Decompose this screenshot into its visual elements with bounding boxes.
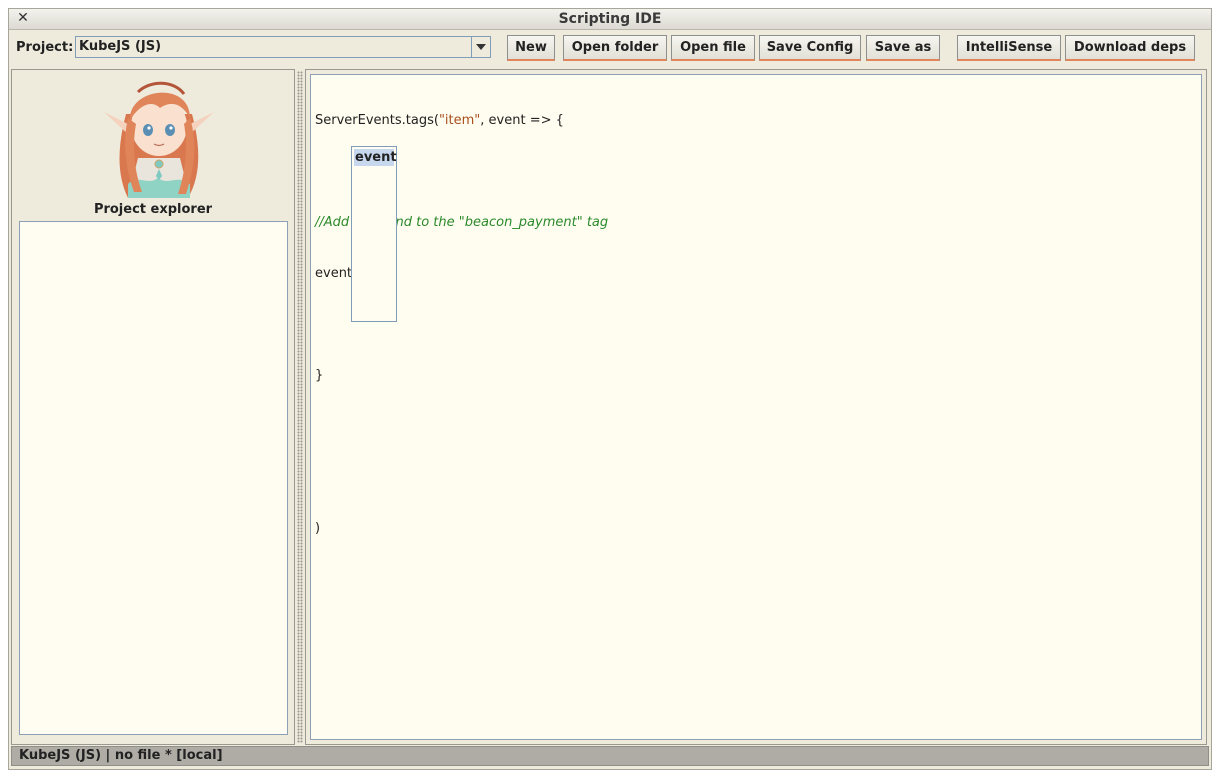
code-token: event bbox=[315, 266, 353, 281]
avatar bbox=[104, 81, 214, 198]
code-token: ServerEvents.tags( bbox=[315, 113, 439, 128]
project-select[interactable]: KubeJS (JS) bbox=[75, 36, 491, 58]
autocomplete-item[interactable]: event bbox=[354, 149, 397, 166]
autocomplete-popup: event bbox=[351, 146, 397, 322]
title-bar: ✕ Scripting IDE bbox=[9, 9, 1211, 30]
save-as-button[interactable]: Save as bbox=[866, 35, 940, 61]
code-token: , event => { bbox=[480, 113, 564, 128]
toolbar: Project: KubeJS (JS) New Open folder Ope… bbox=[9, 31, 1211, 69]
project-explorer-label: Project explorer bbox=[93, 202, 213, 217]
project-label: Project: bbox=[16, 40, 74, 55]
new-button[interactable]: New bbox=[507, 35, 555, 61]
code-editor[interactable]: ServerEvents.tags("item", event => { //A… bbox=[310, 74, 1202, 740]
string-token: "item" bbox=[438, 113, 481, 128]
editor-panel: ServerEvents.tags("item", event => { //A… bbox=[305, 69, 1207, 745]
code-line-6: } bbox=[315, 368, 324, 383]
intellisense-button[interactable]: IntelliSense bbox=[957, 35, 1061, 61]
project-select-value: KubeJS (JS) bbox=[79, 39, 162, 54]
panel-splitter[interactable] bbox=[297, 71, 303, 743]
project-tree[interactable] bbox=[19, 221, 288, 735]
status-bar: KubeJS (JS) | no file * [local] bbox=[11, 746, 1209, 766]
ide-window: ✕ Scripting IDE Project: KubeJS (JS) New… bbox=[8, 8, 1212, 770]
code-line-9: ) bbox=[315, 521, 321, 536]
download-deps-button[interactable]: Download deps bbox=[1065, 35, 1195, 61]
status-text: KubeJS (JS) | no file * [local] bbox=[19, 748, 223, 763]
open-file-button[interactable]: Open file bbox=[671, 35, 755, 61]
code-line-1: ServerEvents.tags("item", event => { bbox=[315, 112, 608, 129]
chevron-down-icon[interactable] bbox=[471, 37, 490, 57]
open-folder-button[interactable]: Open folder bbox=[563, 35, 667, 61]
save-config-button[interactable]: Save Config bbox=[759, 35, 861, 61]
window-title: Scripting IDE bbox=[558, 11, 662, 27]
project-explorer-panel: Project explorer bbox=[11, 69, 295, 745]
